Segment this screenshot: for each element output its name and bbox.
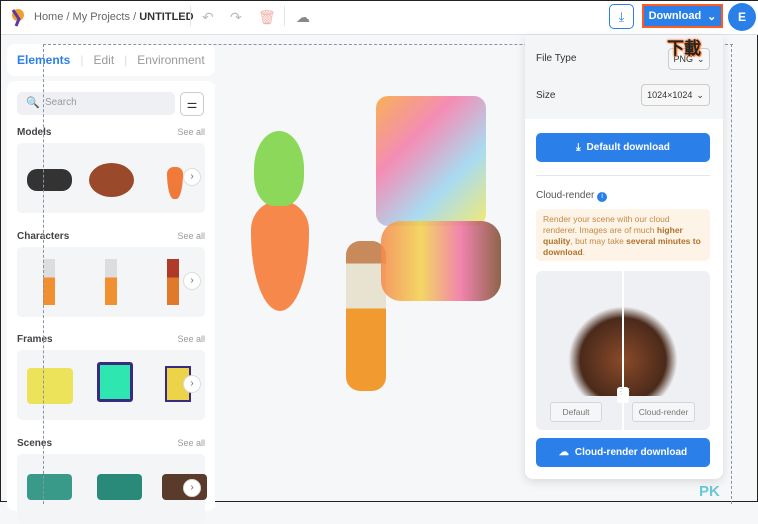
chevron-down-icon: ⌄ — [696, 89, 704, 100]
default-download-label: Default download — [586, 142, 670, 153]
crumb-projects[interactable]: My Projects — [73, 11, 130, 23]
info-icon[interactable]: i — [597, 192, 608, 202]
avatar[interactable]: E — [728, 3, 756, 31]
redo-icon[interactable]: ↷ — [230, 9, 242, 26]
next-arrow-button[interactable]: › — [183, 479, 201, 497]
sliders-icon: ⚌ — [186, 97, 198, 111]
character-thumb[interactable] — [43, 259, 55, 305]
compare-divider[interactable] — [622, 271, 624, 430]
size-label: Size — [536, 90, 556, 101]
cloud-render-download-button[interactable]: ☁ Cloud-render download — [536, 438, 710, 467]
cloud-download-icon: ☁ — [558, 447, 569, 458]
size-select[interactable]: 1024×1024 ⌄ — [641, 84, 710, 106]
nuts-thumb[interactable] — [89, 155, 134, 201]
section-title: Frames — [17, 334, 53, 345]
file-type-label: File Type — [536, 53, 577, 64]
guide-line — [731, 44, 732, 504]
download-label: Download — [648, 10, 702, 22]
see-all-link[interactable]: See all — [177, 438, 205, 449]
drag-handle-icon[interactable]: ⋮⋮ — [617, 387, 633, 403]
section-title: Models — [17, 127, 52, 138]
cloud-render-heading: Cloud-render i — [536, 190, 608, 202]
frame-thumb[interactable] — [27, 362, 73, 408]
download-button[interactable]: Download ⌄ — [642, 4, 723, 28]
gamepad-thumb[interactable] — [27, 155, 72, 201]
divider — [536, 175, 710, 176]
frames-strip: › — [17, 350, 205, 420]
models-strip: › — [17, 143, 205, 213]
next-arrow-button[interactable]: › — [183, 375, 201, 393]
section-frames: Frames See all › — [17, 334, 205, 420]
crumb-sep: / — [133, 11, 137, 23]
search-placeholder: Search — [45, 97, 77, 108]
undo-icon[interactable]: ↶ — [202, 9, 214, 26]
logo-icon[interactable] — [9, 7, 25, 27]
size-value: 1024×1024 — [647, 90, 693, 100]
birthday-text-model[interactable] — [376, 96, 486, 226]
cloud-saved-icon: ☁ — [296, 9, 310, 25]
default-download-button[interactable]: ⤓ Default download — [536, 133, 710, 162]
cloud-download-label: Cloud-render download — [574, 447, 688, 458]
section-scenes: Scenes See all › — [17, 438, 207, 524]
character-thumb[interactable] — [167, 259, 179, 305]
section-characters: Characters See all › — [17, 231, 205, 317]
quick-download-button[interactable]: ⤓ — [609, 4, 634, 29]
crumb-current: UNTITLED — [139, 11, 194, 23]
trash-icon[interactable]: 🗑 — [258, 9, 276, 26]
cloud-render-label: Cloud-render — [536, 190, 595, 201]
filter-button[interactable]: ⚌ — [180, 92, 204, 116]
characters-strip: › — [17, 247, 205, 317]
render-compare-preview: ⋮⋮ Default Cloud-render — [536, 271, 710, 430]
top-bar: Home / My Projects / UNTITLED ↶ ↷ 🗑 ☁ ⤓ … — [1, 1, 758, 35]
frame-thumb[interactable] — [97, 362, 133, 408]
breadcrumb: Home / My Projects / UNTITLED — [34, 11, 194, 23]
elements-panel: 🔍 Search ⚌ Models See all › Characters See … — [7, 81, 215, 524]
download-icon: ⤓ — [576, 142, 581, 153]
character-model[interactable] — [346, 241, 386, 391]
see-all-link[interactable]: See all — [177, 334, 205, 345]
default-label-button[interactable]: Default — [550, 402, 602, 422]
download-dropdown: File Type PNG ⌄ Size 1024×1024 ⌄ ⤓ Default … — [525, 35, 723, 479]
tab-environment[interactable]: Environment — [137, 53, 204, 67]
next-arrow-button[interactable]: › — [183, 168, 201, 186]
search-icon: 🔍 — [26, 97, 40, 109]
annotation-label: 下載 — [667, 39, 701, 58]
section-title: Scenes — [17, 438, 53, 449]
section-models: Models See all › — [17, 127, 205, 213]
see-all-link[interactable]: See all — [177, 127, 205, 138]
see-all-link[interactable]: See all — [177, 231, 205, 242]
scenes-strip: › — [17, 454, 207, 524]
scene-thumb[interactable] — [97, 474, 142, 500]
canvas-scene[interactable] — [236, 91, 516, 391]
scene-thumb[interactable] — [27, 474, 72, 500]
watermark: PK — [699, 483, 720, 500]
crumb-home[interactable]: Home — [34, 11, 63, 23]
cloud-render-info: Render your scene with our cloud rendere… — [536, 209, 710, 261]
search-input[interactable]: 🔍 Search — [17, 92, 175, 115]
gifts-model[interactable] — [381, 221, 501, 301]
divider — [190, 6, 191, 26]
tab-edit[interactable]: Edit — [93, 53, 114, 67]
carrot-leaves — [254, 131, 304, 206]
next-arrow-button[interactable]: › — [183, 272, 201, 290]
download-icon: ⤓ — [618, 9, 625, 24]
character-thumb[interactable] — [105, 259, 117, 305]
guide-line — [43, 44, 44, 504]
chevron-down-icon: ⌄ — [707, 10, 717, 23]
crumb-sep: / — [66, 11, 70, 23]
carrot-model[interactable] — [251, 201, 309, 311]
divider — [284, 6, 285, 26]
cloud-render-label-button[interactable]: Cloud-render — [632, 402, 695, 422]
sidebar-tabs: Elements | Edit | Environment — [7, 44, 215, 76]
